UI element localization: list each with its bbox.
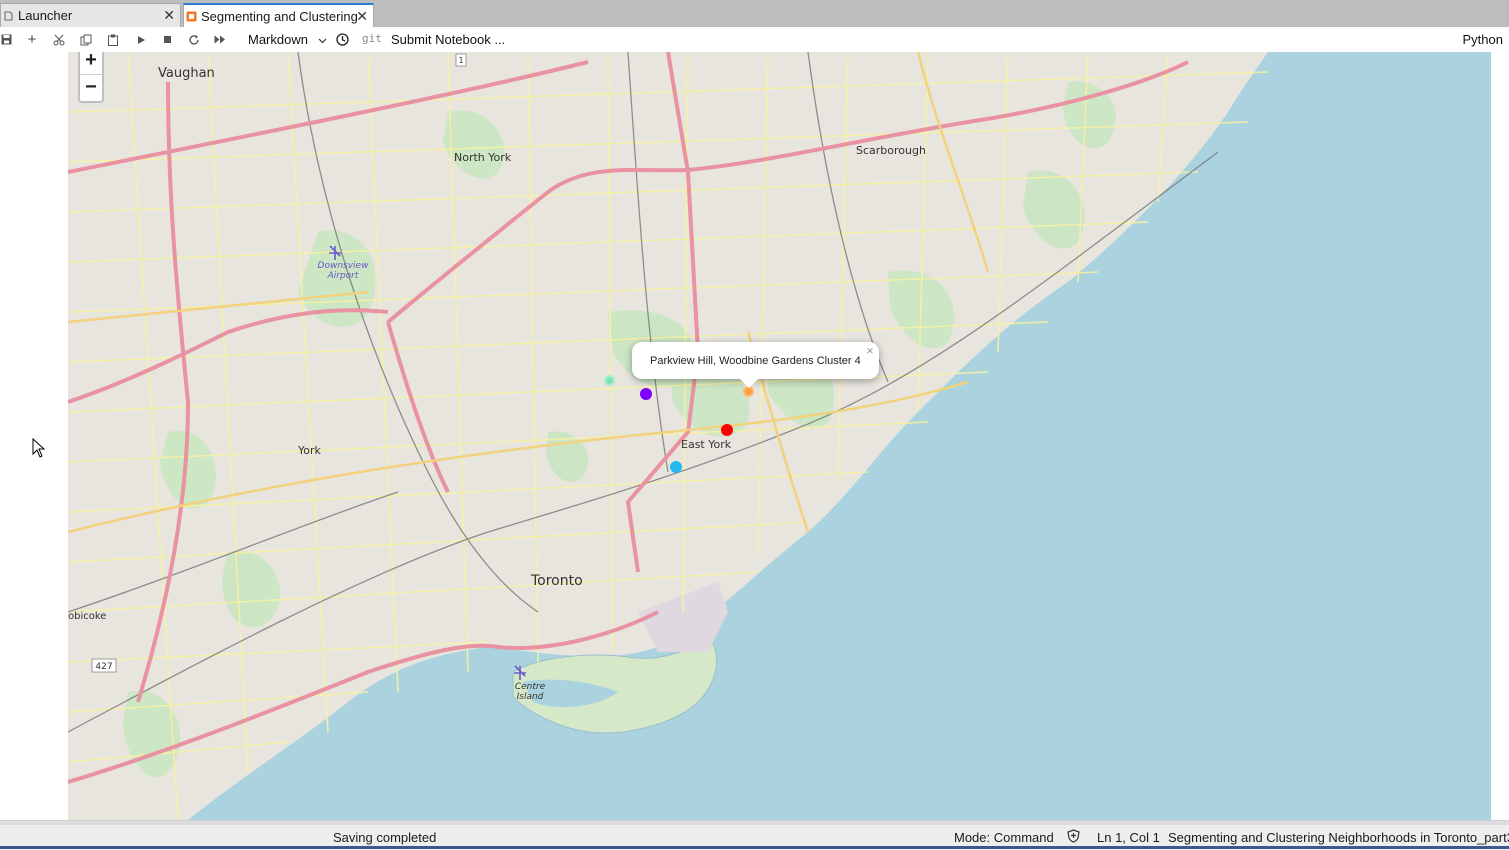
cell-type-value: Markdown [248, 32, 308, 47]
zoom-in-button[interactable]: + [80, 52, 102, 75]
mouse-cursor-icon [32, 438, 46, 458]
git-button[interactable]: git [362, 32, 382, 45]
cluster-marker-red[interactable] [721, 424, 733, 436]
marker-popup: Parkview Hill, Woodbine Gardens Cluster … [632, 342, 879, 379]
place-label: Downsview Airport [317, 261, 369, 281]
shield-icon[interactable] [1067, 829, 1080, 846]
submit-notebook-button[interactable]: Submit Notebook ... [391, 32, 505, 47]
chevron-down-icon [318, 32, 327, 47]
stop-icon[interactable] [160, 31, 174, 48]
close-icon[interactable]: ✕ [163, 7, 175, 24]
place-label: North York [454, 151, 512, 164]
cut-icon[interactable] [52, 31, 66, 48]
place-label: obicoke [68, 611, 107, 622]
place-label: Vaughan [158, 66, 215, 81]
scrollbar[interactable] [1491, 52, 1509, 820]
place-label: Toronto [531, 573, 583, 589]
fast-forward-icon[interactable] [213, 31, 227, 48]
map-view[interactable]: 1 427 Vaughan North York Scarborough Dow… [68, 52, 1491, 820]
tab-label: Segmenting and Clustering [201, 8, 358, 24]
place-label: Scarborough [856, 144, 926, 157]
kernel-name[interactable]: Python [1463, 32, 1503, 47]
cluster-marker-teal[interactable] [604, 375, 615, 386]
copy-icon[interactable] [79, 31, 93, 48]
place-label: York [298, 444, 321, 457]
popup-text: Parkview Hill, Woodbine Gardens Cluster … [650, 354, 861, 367]
place-label: Centre Island [514, 682, 546, 702]
close-icon[interactable]: ✕ [356, 8, 368, 25]
add-cell-icon[interactable]: + [25, 31, 39, 48]
cluster-marker-blue[interactable] [670, 461, 682, 473]
tab-label: Launcher [18, 8, 73, 23]
zoom-control: + − [78, 52, 104, 103]
save-icon[interactable] [0, 31, 12, 48]
cursor-position[interactable]: Ln 1, Col 1 [1097, 830, 1160, 845]
status-divider [0, 821, 1509, 825]
clock-icon[interactable] [334, 31, 350, 48]
highway-shield-label: 1 [458, 56, 463, 65]
highway-shield-label: 427 [95, 662, 112, 672]
paste-icon[interactable] [106, 31, 120, 48]
notebook-toolbar: + Markdown git Submit Notebook ... Pytho… [0, 27, 1509, 53]
notebook-gutter [0, 52, 68, 820]
zoom-out-button[interactable]: − [80, 75, 102, 101]
place-label: East York [681, 438, 732, 451]
tab-launcher[interactable]: Launcher ✕ [0, 3, 181, 27]
status-message: Saving completed [333, 830, 437, 845]
restart-icon[interactable] [187, 31, 201, 48]
map-tiles: 1 427 [68, 52, 1491, 820]
popup-tip [740, 379, 758, 388]
close-icon[interactable]: × [866, 343, 874, 358]
mode-indicator[interactable]: Mode: Command [954, 830, 1054, 845]
cluster-marker-purple[interactable] [640, 388, 652, 400]
run-icon[interactable] [134, 31, 148, 48]
cell-type-select[interactable]: Markdown [248, 32, 327, 47]
tab-bar: Launcher ✕ Segmenting and Clustering ✕ [0, 0, 1509, 27]
launcher-icon [3, 10, 14, 21]
tab-notebook[interactable]: Segmenting and Clustering ✕ [183, 3, 374, 27]
notebook-icon [186, 11, 197, 22]
file-name: Segmenting and Clustering Neighborhoods … [1168, 830, 1509, 845]
